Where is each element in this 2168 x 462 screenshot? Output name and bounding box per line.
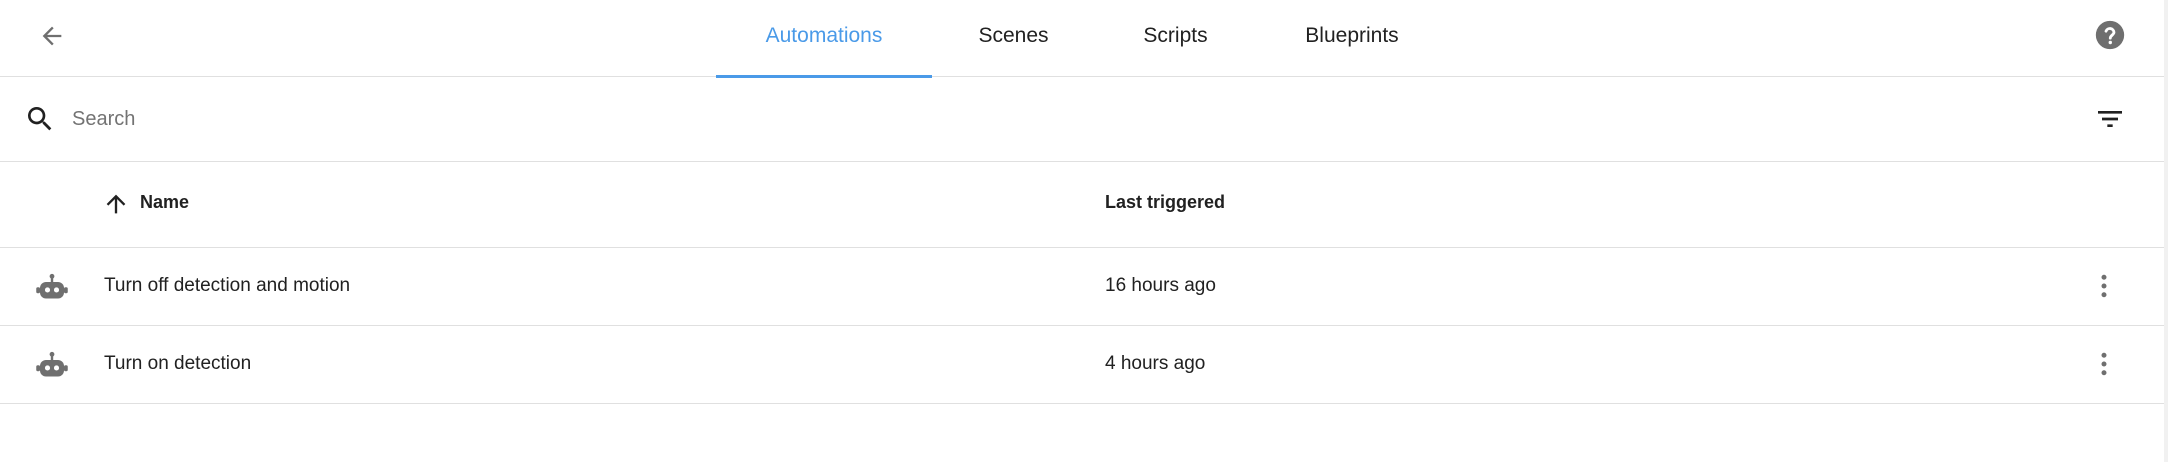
table-header: Name Last triggered: [0, 162, 2164, 248]
row-overflow-menu-button[interactable]: [2086, 346, 2122, 382]
automation-name: Turn on detection: [104, 353, 252, 374]
tab-scenes[interactable]: Scenes: [932, 0, 1095, 77]
tab-blueprints[interactable]: Blueprints: [1256, 0, 1448, 77]
tab-automations[interactable]: Automations: [716, 0, 932, 78]
column-header-name[interactable]: Name: [140, 192, 189, 213]
table-row[interactable]: Turn off detection and motion 16 hours a…: [0, 248, 2164, 326]
column-header-last-triggered[interactable]: Last triggered: [1105, 192, 1225, 213]
tab-scripts-label: Scripts: [1143, 23, 1208, 47]
filter-button[interactable]: [2092, 101, 2128, 137]
automation-name: Turn off detection and motion: [104, 275, 351, 296]
help-button[interactable]: [2092, 17, 2128, 53]
search-input[interactable]: [70, 97, 1974, 141]
back-button[interactable]: [32, 16, 72, 56]
tab-toolbar: Automations Scenes Scripts Blueprints: [0, 0, 2164, 78]
arrow-up-icon[interactable]: [102, 190, 130, 218]
arrow-left-icon: [42, 26, 62, 46]
tab-bar: Automations Scenes Scripts Blueprints: [716, 0, 1448, 78]
scrollbar-track[interactable]: [2164, 0, 2168, 462]
filter-icon: [2098, 111, 2122, 127]
last-triggered-value: 4 hours ago: [1105, 353, 1206, 374]
dots-vertical-icon: [2101, 274, 2107, 298]
tab-scenes-label: Scenes: [978, 23, 1049, 47]
last-triggered-value: 16 hours ago: [1105, 275, 1216, 296]
dots-vertical-icon: [2101, 352, 2107, 376]
tab-blueprints-label: Blueprints: [1305, 23, 1399, 47]
main-panel: Automations Scenes Scripts Blueprints Se…: [0, 0, 2164, 462]
search-bar: [0, 77, 2164, 162]
robot-icon: [36, 273, 68, 299]
automations-page: Automations Scenes Scripts Blueprints Se…: [0, 0, 2168, 462]
tab-scripts[interactable]: Scripts: [1095, 0, 1256, 77]
row-overflow-menu-button[interactable]: [2086, 268, 2122, 304]
help-circle-icon: [2095, 20, 2125, 50]
search-icon: [28, 107, 52, 131]
table-row[interactable]: Turn on detection 4 hours ago: [0, 326, 2164, 404]
robot-icon: [36, 351, 68, 377]
tab-automations-label: Automations: [765, 23, 883, 47]
